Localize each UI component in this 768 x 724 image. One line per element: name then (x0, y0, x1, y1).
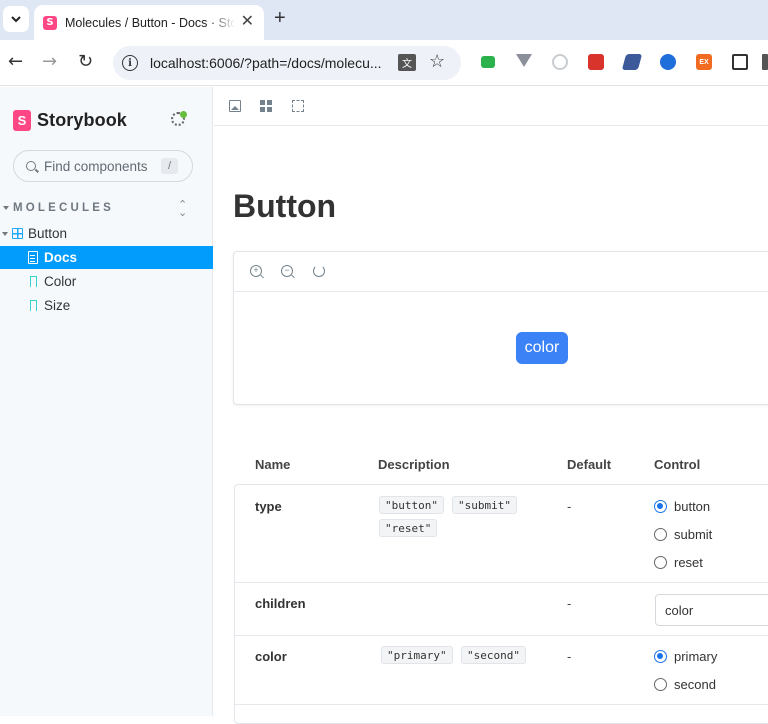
row-divider (235, 582, 768, 583)
type-option-pill: "reset" (379, 519, 438, 537)
outline-icon[interactable] (292, 100, 304, 112)
chevron-down-icon (11, 16, 21, 23)
radio-label[interactable]: submit (674, 527, 712, 542)
section-label: MOLECULES (13, 202, 114, 214)
radio-reset[interactable] (654, 556, 667, 569)
table-header-name: Name (255, 457, 291, 472)
address-bar-row: ← → ↻ i localhost:6006/?path=/docs/molec… (0, 40, 768, 86)
type-option-pill: "button" (379, 496, 444, 514)
arg-name-children: children (255, 596, 306, 611)
radio-button[interactable] (654, 500, 667, 513)
radio-label[interactable]: primary (674, 649, 717, 664)
story-bookmark-icon (30, 300, 37, 312)
arg-name-color: color (255, 649, 287, 664)
search-placeholder: Find components (44, 159, 148, 174)
caret-down-icon (2, 232, 8, 236)
vue-ext-icon[interactable] (516, 54, 532, 67)
radio-submit[interactable] (654, 528, 667, 541)
close-tab-icon[interactable]: ✕ (241, 13, 254, 31)
story-bookmark-icon (30, 276, 37, 288)
storybook-logo-icon: S (13, 110, 31, 131)
green-ext-icon[interactable] (481, 56, 495, 68)
caret-down-icon (3, 206, 9, 210)
image-icon[interactable] (229, 100, 241, 112)
zoom-in-icon[interactable]: + (250, 265, 262, 277)
new-tab-button[interactable]: + (274, 8, 286, 28)
canvas-toolbar (214, 87, 768, 126)
tree-item-docs[interactable]: Docs (0, 246, 213, 269)
args-table: type "button" "submit" "reset" - button … (234, 484, 768, 724)
component-icon (12, 228, 23, 239)
type-option-pill: "submit" (452, 496, 517, 514)
radio-label[interactable]: second (674, 677, 716, 692)
color-option-pill: "second" (461, 646, 526, 664)
preview-toolbar: + − (234, 252, 768, 292)
document-icon (28, 251, 38, 264)
extensions-puzzle-icon[interactable] (732, 54, 748, 70)
arg-name-type: type (255, 499, 282, 514)
row-divider (235, 704, 768, 705)
radio-label[interactable]: button (674, 499, 710, 514)
tree-item-label: Color (44, 274, 77, 289)
storybook-favicon-icon: S (43, 15, 57, 30)
children-text-input[interactable]: color (655, 594, 768, 626)
profile-icon[interactable] (762, 54, 768, 70)
ex-ext-icon[interactable]: EX (696, 54, 712, 70)
site-info-icon[interactable]: i (122, 55, 138, 71)
circle-ext-icon[interactable] (552, 54, 568, 70)
browser-tab[interactable]: S Molecules / Button - Docs · Storybook … (34, 5, 264, 40)
search-icon (26, 161, 36, 171)
search-shortcut-key: / (161, 158, 178, 174)
tree-component-button[interactable]: Button (0, 222, 213, 245)
arg-default: - (567, 596, 572, 611)
search-input[interactable]: Find components / (13, 150, 193, 182)
tree-item-label: Size (44, 298, 71, 313)
tree-item-size[interactable]: Size (0, 294, 213, 317)
zoom-reset-icon[interactable] (313, 265, 325, 277)
preview-color-button[interactable]: color (516, 332, 568, 364)
storybook-brand[interactable]: Storybook (37, 110, 127, 131)
blue-ext-icon[interactable] (621, 54, 643, 70)
tab-search-button[interactable] (3, 6, 29, 32)
url-text[interactable]: localhost:6006/?path=/docs/molecu... (150, 55, 382, 71)
bookmark-star-icon[interactable]: ☆ (429, 51, 445, 72)
bug-ext-icon[interactable] (588, 54, 604, 70)
grid-icon[interactable] (260, 100, 272, 112)
translate-icon[interactable]: 文 (398, 54, 416, 71)
tree-component-label: Button (28, 226, 68, 241)
row-divider (235, 635, 768, 636)
tab-title: Molecules / Button - Docs · Storybook (65, 15, 235, 30)
arg-default: - (567, 649, 572, 664)
page-title: Button (233, 188, 337, 224)
table-header-control: Control (654, 457, 701, 472)
color-option-pill: "primary" (381, 646, 453, 664)
reload-button[interactable]: ↻ (78, 52, 93, 72)
omnibox[interactable]: i localhost:6006/?path=/docs/molecu... 文… (113, 46, 461, 80)
zoom-out-icon[interactable]: − (281, 265, 293, 277)
radio-second[interactable] (654, 678, 667, 691)
status-dot (180, 111, 187, 118)
browser-tab-strip: S Molecules / Button - Docs · Storybook … (0, 0, 768, 40)
radio-label[interactable]: reset (674, 555, 703, 570)
story-preview: + − color (233, 251, 768, 405)
section-header-molecules[interactable]: MOLECULES ⌃ ⌄ (0, 200, 213, 219)
collapse-all-icon[interactable]: ⌃ ⌄ (178, 200, 187, 219)
shield-ext-icon[interactable] (660, 54, 676, 70)
radio-primary[interactable] (654, 650, 667, 663)
storybook-sidebar: S Storybook Find components / MOLECULES … (0, 87, 213, 716)
tree-item-label: Docs (44, 250, 78, 265)
arg-default: - (567, 499, 572, 514)
table-header-description: Description (378, 457, 450, 472)
forward-button[interactable]: → (42, 52, 57, 72)
tree-item-color[interactable]: Color (0, 270, 213, 293)
table-header-default: Default (567, 457, 612, 472)
back-button[interactable]: ← (8, 52, 23, 72)
